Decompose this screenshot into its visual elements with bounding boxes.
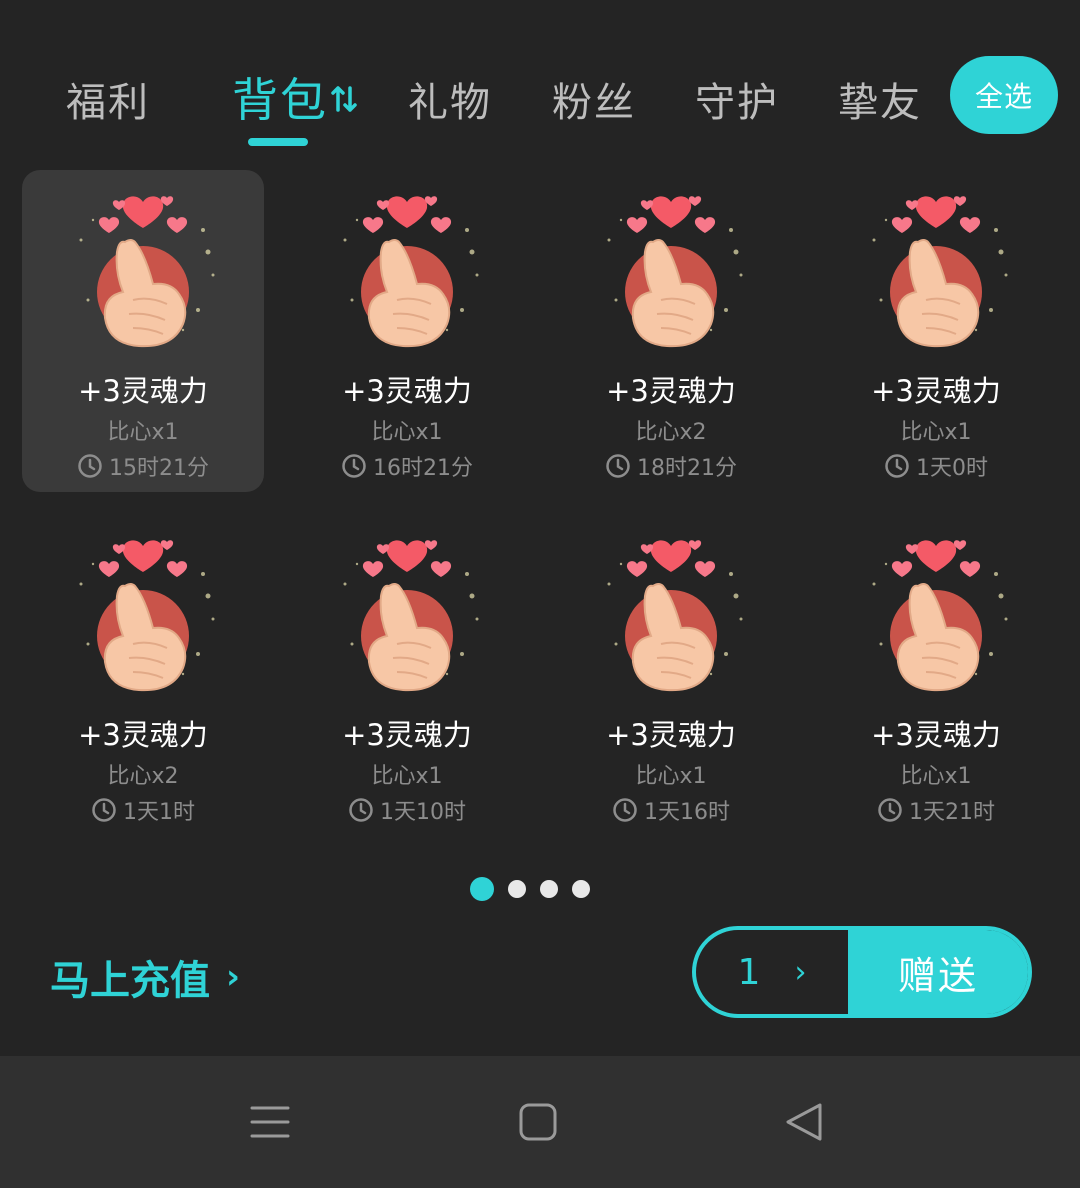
tab-close-friend[interactable]: 挚友 [838, 70, 922, 128]
gift-name: +3灵魂力 [606, 718, 736, 752]
gift-count: 比心x2 [635, 420, 707, 445]
gift-card[interactable]: +3灵魂力 比心x1 1天0时 [815, 170, 1057, 492]
gift-card[interactable]: +3灵魂力 比心x1 15时21分 [22, 170, 264, 492]
gift-tabs: 福利 背包 礼物 粉丝 守护 挚友 全选 [0, 56, 1080, 156]
gift-card[interactable]: +3灵魂力 比心x2 1天1时 [22, 514, 264, 836]
clock-icon [878, 798, 902, 822]
gift-expiry: 18时21分 [550, 450, 792, 482]
page-dot-3[interactable] [540, 880, 558, 898]
gift-count: 比心x1 [900, 420, 972, 445]
recharge-label: 马上充值 [50, 958, 210, 1004]
send-button[interactable]: 赠送 [848, 930, 1028, 1014]
gift-card[interactable]: +3灵魂力 比心x1 1天10时 [286, 514, 528, 836]
clock-icon [885, 454, 909, 478]
gift-name: +3灵魂力 [342, 374, 472, 408]
tab-backpack[interactable]: 背包 [232, 64, 328, 130]
page-dot-2[interactable] [508, 880, 526, 898]
system-nav-bar [0, 1056, 1080, 1188]
clock-icon [606, 454, 630, 478]
select-all-button[interactable]: 全选 [950, 56, 1058, 134]
clock-icon [613, 798, 637, 822]
gift-name: +3灵魂力 [871, 718, 1001, 752]
page-dot-1[interactable] [470, 877, 494, 901]
gift-expiry-time: 16时21分 [373, 456, 473, 481]
gift-name: +3灵魂力 [606, 374, 736, 408]
finger-heart-icon [591, 180, 751, 360]
clock-icon [92, 798, 116, 822]
gift-expiry: 1天1时 [22, 794, 264, 826]
gift-expiry: 15时21分 [22, 450, 264, 482]
gift-expiry: 1天10时 [286, 794, 528, 826]
page-dot-4[interactable] [572, 880, 590, 898]
gift-count: 比心x1 [371, 764, 443, 789]
page-indicator [470, 877, 590, 901]
gift-count: 比心x2 [107, 764, 179, 789]
gift-expiry-time: 1天0时 [916, 456, 988, 481]
quantity-selector[interactable]: 1 › [696, 930, 848, 1014]
finger-heart-icon [856, 180, 1016, 360]
finger-heart-icon [63, 524, 223, 704]
gift-expiry: 1天0时 [815, 450, 1057, 482]
tab-fans[interactable]: 粉丝 [552, 70, 636, 128]
gift-card[interactable]: +3灵魂力 比心x1 1天21时 [815, 514, 1057, 836]
gift-name: +3灵魂力 [78, 718, 208, 752]
home-icon[interactable] [516, 1100, 560, 1144]
active-tab-indicator [248, 138, 308, 146]
finger-heart-icon [856, 524, 1016, 704]
recharge-link[interactable]: 马上充值 › [50, 948, 240, 1006]
send-control: 1 › 赠送 [692, 926, 1032, 1018]
gift-count: 比心x1 [107, 420, 179, 445]
finger-heart-icon [327, 524, 487, 704]
gift-expiry: 1天16时 [550, 794, 792, 826]
finger-heart-icon [63, 180, 223, 360]
finger-heart-icon [327, 180, 487, 360]
quantity-value: 1 [737, 951, 761, 993]
tab-gifts[interactable]: 礼物 [408, 70, 492, 128]
gift-expiry-time: 1天10时 [380, 800, 466, 825]
gift-expiry-time: 1天16时 [644, 800, 730, 825]
gift-count: 比心x1 [371, 420, 443, 445]
gift-card[interactable]: +3灵魂力 比心x1 16时21分 [286, 170, 528, 492]
tab-guard[interactable]: 守护 [695, 70, 779, 128]
clock-icon [349, 798, 373, 822]
gift-expiry: 1天21时 [815, 794, 1057, 826]
gift-count: 比心x1 [635, 764, 707, 789]
gift-name: +3灵魂力 [78, 374, 208, 408]
chevron-right-icon: › [794, 954, 807, 990]
back-icon[interactable] [782, 1100, 826, 1144]
menu-icon[interactable] [248, 1100, 292, 1144]
gift-count: 比心x1 [900, 764, 972, 789]
gift-expiry-time: 18时21分 [637, 456, 737, 481]
gift-expiry-time: 1天21时 [909, 800, 995, 825]
gift-expiry: 16时21分 [286, 450, 528, 482]
chevron-right-icon: › [226, 957, 241, 997]
gift-expiry-time: 1天1时 [123, 800, 195, 825]
gift-name: +3灵魂力 [342, 718, 472, 752]
gift-card[interactable]: +3灵魂力 比心x2 18时21分 [550, 170, 792, 492]
gift-expiry-time: 15时21分 [109, 456, 209, 481]
tab-welfare[interactable]: 福利 [66, 70, 150, 128]
gift-name: +3灵魂力 [871, 374, 1001, 408]
finger-heart-icon [591, 524, 751, 704]
sort-arrows-icon[interactable] [330, 84, 358, 114]
clock-icon [342, 454, 366, 478]
gift-card[interactable]: +3灵魂力 比心x1 1天16时 [550, 514, 792, 836]
clock-icon [78, 454, 102, 478]
